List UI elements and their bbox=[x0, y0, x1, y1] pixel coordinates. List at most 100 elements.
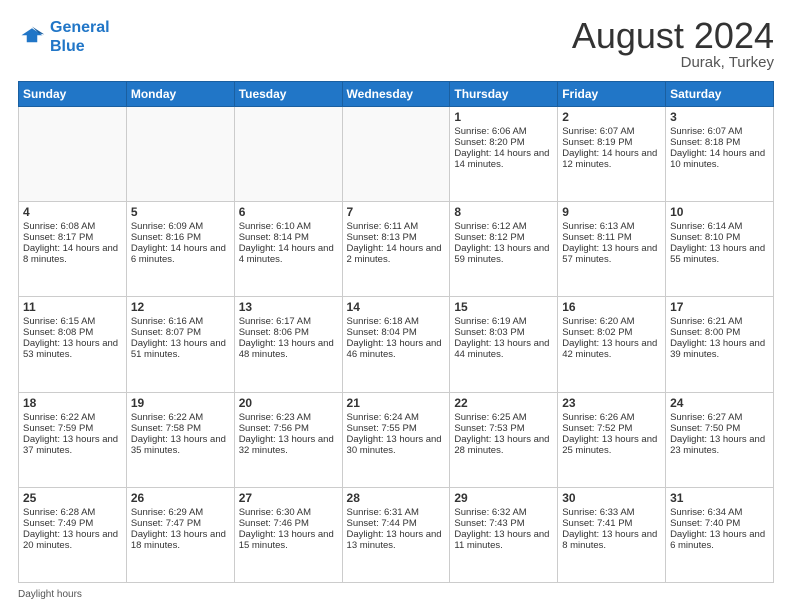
cell-content: Daylight: 13 hours and 18 minutes. bbox=[131, 529, 230, 551]
day-number: 6 bbox=[239, 205, 338, 219]
day-number: 9 bbox=[562, 205, 661, 219]
calendar-cell: 8Sunrise: 6:12 AMSunset: 8:12 PMDaylight… bbox=[450, 202, 558, 297]
day-number: 4 bbox=[23, 205, 122, 219]
calendar-header-row: SundayMondayTuesdayWednesdayThursdayFrid… bbox=[19, 82, 774, 107]
day-header-monday: Monday bbox=[126, 82, 234, 107]
cell-content: Sunrise: 6:28 AM bbox=[23, 507, 122, 518]
calendar-cell: 12Sunrise: 6:16 AMSunset: 8:07 PMDayligh… bbox=[126, 297, 234, 392]
day-number: 21 bbox=[347, 396, 446, 410]
calendar-cell: 5Sunrise: 6:09 AMSunset: 8:16 PMDaylight… bbox=[126, 202, 234, 297]
cell-content: Sunrise: 6:16 AM bbox=[131, 316, 230, 327]
cell-content: Sunset: 8:08 PM bbox=[23, 327, 122, 338]
calendar-cell: 20Sunrise: 6:23 AMSunset: 7:56 PMDayligh… bbox=[234, 392, 342, 487]
cell-content: Daylight: 13 hours and 42 minutes. bbox=[562, 338, 661, 360]
cell-content: Sunset: 8:06 PM bbox=[239, 327, 338, 338]
calendar-cell bbox=[126, 107, 234, 202]
day-number: 19 bbox=[131, 396, 230, 410]
calendar-cell: 31Sunrise: 6:34 AMSunset: 7:40 PMDayligh… bbox=[666, 487, 774, 582]
cell-content: Sunset: 7:43 PM bbox=[454, 518, 553, 529]
cell-content: Sunrise: 6:17 AM bbox=[239, 316, 338, 327]
calendar-cell: 29Sunrise: 6:32 AMSunset: 7:43 PMDayligh… bbox=[450, 487, 558, 582]
cell-content: Daylight: 13 hours and 13 minutes. bbox=[347, 529, 446, 551]
day-number: 7 bbox=[347, 205, 446, 219]
day-header-saturday: Saturday bbox=[666, 82, 774, 107]
week-row-3: 11Sunrise: 6:15 AMSunset: 8:08 PMDayligh… bbox=[19, 297, 774, 392]
cell-content: Sunset: 7:55 PM bbox=[347, 423, 446, 434]
calendar-table: SundayMondayTuesdayWednesdayThursdayFrid… bbox=[18, 81, 774, 583]
cell-content: Sunset: 8:00 PM bbox=[670, 327, 769, 338]
cell-content: Sunset: 7:56 PM bbox=[239, 423, 338, 434]
logo-text: General Blue bbox=[50, 18, 110, 56]
calendar-cell: 10Sunrise: 6:14 AMSunset: 8:10 PMDayligh… bbox=[666, 202, 774, 297]
cell-content: Sunset: 8:03 PM bbox=[454, 327, 553, 338]
cell-content: Daylight: 13 hours and 53 minutes. bbox=[23, 338, 122, 360]
calendar-cell: 9Sunrise: 6:13 AMSunset: 8:11 PMDaylight… bbox=[558, 202, 666, 297]
calendar-cell: 16Sunrise: 6:20 AMSunset: 8:02 PMDayligh… bbox=[558, 297, 666, 392]
week-row-4: 18Sunrise: 6:22 AMSunset: 7:59 PMDayligh… bbox=[19, 392, 774, 487]
cell-content: Sunset: 8:04 PM bbox=[347, 327, 446, 338]
cell-content: Daylight: 14 hours and 10 minutes. bbox=[670, 148, 769, 170]
title-block: August 2024 Durak, Turkey bbox=[572, 18, 774, 71]
week-row-5: 25Sunrise: 6:28 AMSunset: 7:49 PMDayligh… bbox=[19, 487, 774, 582]
calendar-cell: 7Sunrise: 6:11 AMSunset: 8:13 PMDaylight… bbox=[342, 202, 450, 297]
calendar-cell: 24Sunrise: 6:27 AMSunset: 7:50 PMDayligh… bbox=[666, 392, 774, 487]
cell-content: Sunrise: 6:27 AM bbox=[670, 412, 769, 423]
day-number: 30 bbox=[562, 491, 661, 505]
cell-content: Sunset: 7:52 PM bbox=[562, 423, 661, 434]
cell-content: Sunrise: 6:11 AM bbox=[347, 221, 446, 232]
day-number: 17 bbox=[670, 300, 769, 314]
cell-content: Sunrise: 6:34 AM bbox=[670, 507, 769, 518]
day-number: 29 bbox=[454, 491, 553, 505]
cell-content: Sunrise: 6:19 AM bbox=[454, 316, 553, 327]
calendar-cell bbox=[19, 107, 127, 202]
calendar-cell: 27Sunrise: 6:30 AMSunset: 7:46 PMDayligh… bbox=[234, 487, 342, 582]
calendar-cell: 28Sunrise: 6:31 AMSunset: 7:44 PMDayligh… bbox=[342, 487, 450, 582]
cell-content: Sunrise: 6:07 AM bbox=[670, 126, 769, 137]
cell-content: Sunset: 8:10 PM bbox=[670, 232, 769, 243]
cell-content: Sunset: 8:11 PM bbox=[562, 232, 661, 243]
day-number: 24 bbox=[670, 396, 769, 410]
day-number: 12 bbox=[131, 300, 230, 314]
cell-content: Sunset: 8:13 PM bbox=[347, 232, 446, 243]
day-header-thursday: Thursday bbox=[450, 82, 558, 107]
cell-content: Daylight: 13 hours and 20 minutes. bbox=[23, 529, 122, 551]
cell-content: Sunrise: 6:13 AM bbox=[562, 221, 661, 232]
cell-content: Sunrise: 6:10 AM bbox=[239, 221, 338, 232]
cell-content: Sunrise: 6:08 AM bbox=[23, 221, 122, 232]
calendar-cell: 1Sunrise: 6:06 AMSunset: 8:20 PMDaylight… bbox=[450, 107, 558, 202]
calendar-cell: 6Sunrise: 6:10 AMSunset: 8:14 PMDaylight… bbox=[234, 202, 342, 297]
cell-content: Daylight: 14 hours and 12 minutes. bbox=[562, 148, 661, 170]
day-number: 20 bbox=[239, 396, 338, 410]
cell-content: Sunset: 7:50 PM bbox=[670, 423, 769, 434]
calendar-cell: 21Sunrise: 6:24 AMSunset: 7:55 PMDayligh… bbox=[342, 392, 450, 487]
calendar-cell: 2Sunrise: 6:07 AMSunset: 8:19 PMDaylight… bbox=[558, 107, 666, 202]
calendar-cell: 3Sunrise: 6:07 AMSunset: 8:18 PMDaylight… bbox=[666, 107, 774, 202]
cell-content: Sunrise: 6:14 AM bbox=[670, 221, 769, 232]
cell-content: Sunset: 7:49 PM bbox=[23, 518, 122, 529]
day-number: 31 bbox=[670, 491, 769, 505]
cell-content: Sunset: 8:16 PM bbox=[131, 232, 230, 243]
cell-content: Sunset: 8:02 PM bbox=[562, 327, 661, 338]
calendar-cell: 25 Sunrise: 6:28 AMSunset: 7:49 PMDayligh… bbox=[19, 487, 127, 582]
cell-content: Daylight: 13 hours and 6 minutes. bbox=[670, 529, 769, 551]
cell-content: Sunrise: 6:32 AM bbox=[454, 507, 553, 518]
day-number: 15 bbox=[454, 300, 553, 314]
day-number: 5 bbox=[131, 205, 230, 219]
cell-content: Sunset: 7:46 PM bbox=[239, 518, 338, 529]
day-number: 11 bbox=[23, 300, 122, 314]
cell-content: Sunrise: 6:18 AM bbox=[347, 316, 446, 327]
cell-content: Sunrise: 6:30 AM bbox=[239, 507, 338, 518]
cell-content: Daylight: 13 hours and 8 minutes. bbox=[562, 529, 661, 551]
cell-content: Sunset: 8:07 PM bbox=[131, 327, 230, 338]
day-header-wednesday: Wednesday bbox=[342, 82, 450, 107]
day-number: 28 bbox=[347, 491, 446, 505]
calendar-cell: 14Sunrise: 6:18 AMSunset: 8:04 PMDayligh… bbox=[342, 297, 450, 392]
cell-content: Sunset: 8:12 PM bbox=[454, 232, 553, 243]
day-number: 3 bbox=[670, 110, 769, 124]
day-number: 25 bbox=[23, 491, 122, 505]
cell-content: Sunrise: 6:23 AM bbox=[239, 412, 338, 423]
calendar-cell bbox=[234, 107, 342, 202]
calendar-cell: 15Sunrise: 6:19 AMSunset: 8:03 PMDayligh… bbox=[450, 297, 558, 392]
day-number: 8 bbox=[454, 205, 553, 219]
cell-content: Sunset: 7:58 PM bbox=[131, 423, 230, 434]
